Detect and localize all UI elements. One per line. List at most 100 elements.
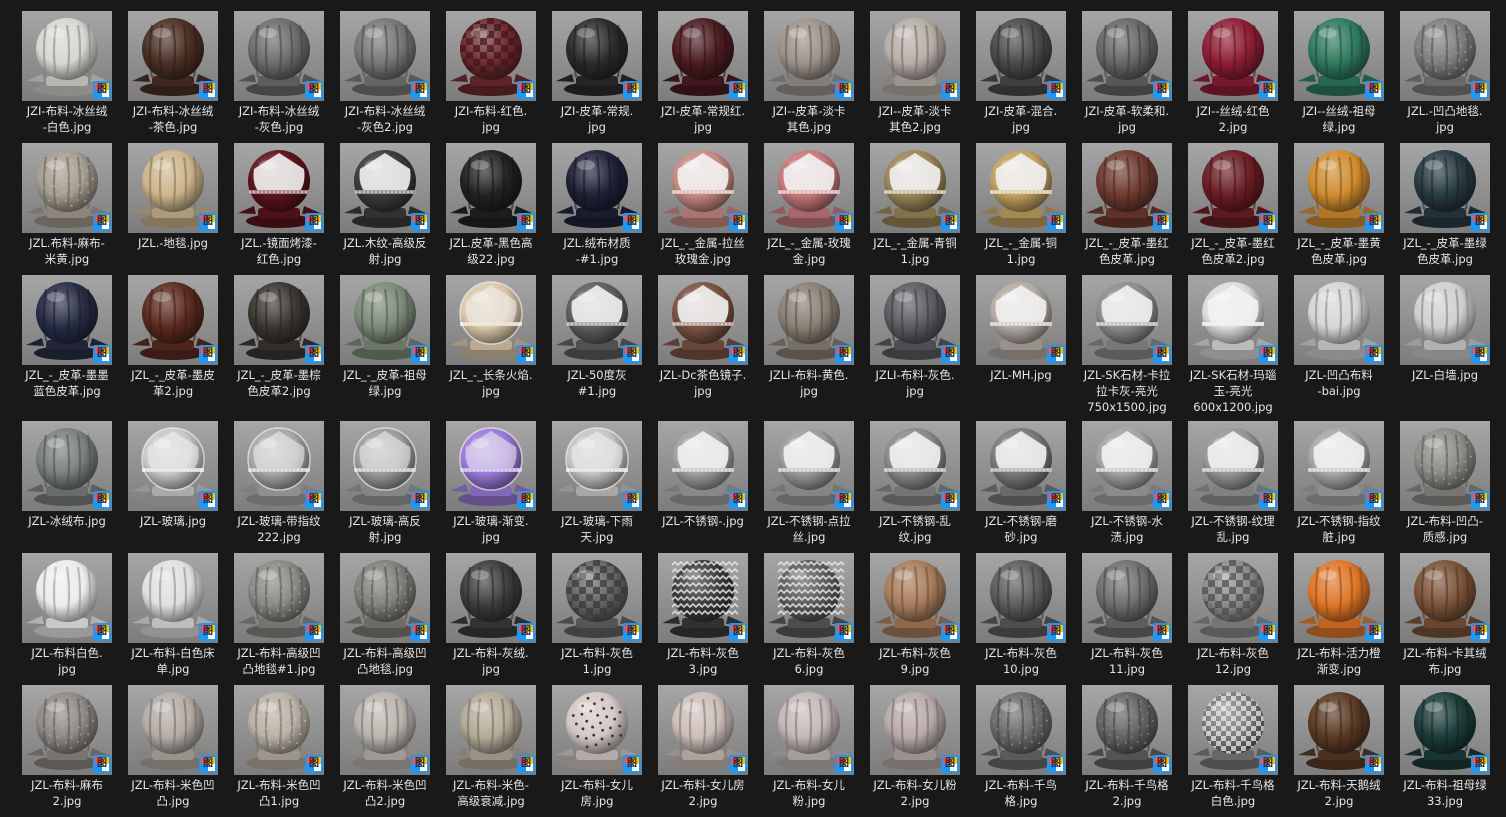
file-item[interactable]: 图 JZL.皮革-黑色高 级22.jpg (446, 143, 552, 273)
file-item[interactable]: 图 JZL.布料-麻布- 米黄.jpg (22, 143, 128, 273)
file-item[interactable]: 图 JZL-布料-卡其绒 布.jpg (1400, 553, 1506, 683)
file-item[interactable]: 图 JZL.-凹凸地毯. jpg (1400, 11, 1506, 141)
file-item[interactable]: 图 JZI-布料-冰丝绒 -灰色2.jpg (340, 11, 446, 141)
image-file-icon: 图 (93, 81, 111, 99)
file-item[interactable]: 图 JZI--皮革-淡卡 其色2.jpg (870, 11, 976, 141)
file-item[interactable]: 图 JZL_-_皮革-墨黄 色皮革.jpg (1294, 143, 1400, 273)
file-item[interactable]: 图 JZL-布料-米色凹 凸.jpg (128, 685, 234, 815)
file-item[interactable]: 图 JZL-布料白色. jpg (22, 553, 128, 683)
file-item[interactable]: 图 JZL-SK石材-卡拉 拉卡灰-亮光 750x1500.jpg (1082, 275, 1188, 414)
file-item[interactable]: 图 JZL-布料-天鹅绒 2.jpg (1294, 685, 1400, 815)
file-item[interactable]: 图 JZL-布料-女儿 房.jpg (552, 685, 658, 815)
file-item[interactable]: 图 JZL-不锈钢-水 渍.jpg (1082, 421, 1188, 551)
file-item[interactable]: 图 JZL-MH.jpg (976, 275, 1082, 405)
file-item[interactable]: 图 JZL-不锈钢-磨 砂.jpg (976, 421, 1082, 551)
file-item[interactable]: 图 JZL.-镜面烤漆- 红色.jpg (234, 143, 340, 273)
file-item[interactable]: 图 JZL-布料-米色凹 凸1.jpg (234, 685, 340, 815)
file-item[interactable]: 图 JZL_-_金属-拉丝 玫瑰金.jpg (658, 143, 764, 273)
file-item[interactable]: 图 JZL_-_皮革-墨红 色皮革.jpg (1082, 143, 1188, 273)
file-item[interactable]: 图 JZL-布料-米色- 高级衰减.jpg (446, 685, 552, 815)
material-preview-thumbnail: 图 (1188, 553, 1278, 643)
file-item[interactable]: 图 JZL-布料-灰色 6.jpg (764, 553, 870, 683)
file-item[interactable]: 图 JZL-布料-白色床 单.jpg (128, 553, 234, 683)
file-item[interactable]: 图 JZL-布料-灰绒. jpg (446, 553, 552, 683)
file-item[interactable]: 图 JZL-玻璃-带指纹 222.jpg (234, 421, 340, 551)
file-name-label: JZL_-_皮革-墨皮 革2.jpg (131, 368, 215, 398)
file-item[interactable]: 图 JZL-布料-灰色 10.jpg (976, 553, 1082, 683)
file-item[interactable]: 图 JZL-冰绒布.jpg (22, 421, 128, 551)
file-item[interactable]: 图 JZL_-_皮革-墨红 色皮革2.jpg (1188, 143, 1294, 273)
file-item[interactable]: 图 JZL-布料-米色凹 凸2.jpg (340, 685, 446, 815)
file-item[interactable]: 图 JZL-布料-灰色 3.jpg (658, 553, 764, 683)
image-file-icon: 图 (93, 213, 111, 231)
file-item[interactable]: 图 JZL-布料-灰色 1.jpg (552, 553, 658, 683)
file-item[interactable]: 图 JZL_-_皮革-墨棕 色皮革2.jpg (234, 275, 340, 405)
file-item[interactable]: 图 JZL-布料-高级凹 凸地毯.jpg (340, 553, 446, 683)
file-item[interactable]: 图 JZI--皮革-淡卡 其色.jpg (764, 11, 870, 141)
material-preview-thumbnail: 图 (340, 275, 430, 365)
file-item[interactable]: 图 JZL-布料-千鸟格 白色.jpg (1188, 685, 1294, 815)
file-item[interactable]: 图 JZL-玻璃-高反 射.jpg (340, 421, 446, 551)
image-file-icon: 图 (835, 81, 853, 99)
file-item[interactable]: 图 JZL-玻璃-渐变. jpg (446, 421, 552, 551)
file-item[interactable]: 图 JZL-布料-女儿粉 2.jpg (870, 685, 976, 815)
file-item[interactable]: 图 JZI-皮革-常规. jpg (552, 11, 658, 141)
file-item[interactable]: 图 JZL-布料-祖母绿 33.jpg (1400, 685, 1506, 815)
file-item[interactable]: 图 JZL-50度灰 #1.jpg (552, 275, 658, 405)
file-item[interactable]: 图 JZL_-_皮革-墨皮 革2.jpg (128, 275, 234, 405)
file-item[interactable]: 图 JZL-布料-千鸟 格.jpg (976, 685, 1082, 815)
file-item[interactable]: 图 JZL-不锈钢-指纹 脏.jpg (1294, 421, 1400, 551)
file-item[interactable]: 图 JZL.-地毯.jpg (128, 143, 234, 273)
file-name-label: JZL-布料-白色床 单.jpg (131, 646, 215, 676)
file-name-label: JZL-布料-活力橙 渐变.jpg (1297, 646, 1381, 676)
file-item[interactable]: 图 JZL_-_金属-玫瑰 金.jpg (764, 143, 870, 273)
file-item[interactable]: 图 JZL-不锈钢-.jpg (658, 421, 764, 551)
file-item[interactable]: 图 JZL-布料-灰色 11.jpg (1082, 553, 1188, 683)
file-item[interactable]: 图 JZL-玻璃.jpg (128, 421, 234, 551)
file-item[interactable]: 图 JZL.木纹-高级反 射.jpg (340, 143, 446, 273)
file-item[interactable]: 图 JZL_-_皮革-墨墨 蓝色皮革.jpg (22, 275, 128, 405)
file-item[interactable]: 图 JZL-布料-麻布 2.jpg (22, 685, 128, 815)
file-item[interactable]: 图 JZL_-_金属-铜 1.jpg (976, 143, 1082, 273)
file-item[interactable]: 图 JZL.绒布材质 -#1.jpg (552, 143, 658, 273)
file-item[interactable]: 图 JZL_-_皮革-墨绿 色皮革.jpg (1400, 143, 1506, 273)
file-name-label: JZL-布料-米色凹 凸1.jpg (237, 778, 321, 808)
material-preview-thumbnail: 图 (1082, 421, 1172, 511)
file-item[interactable]: 图 JZI-布料-冰丝绒 -灰色.jpg (234, 11, 340, 141)
material-preview-thumbnail: 图 (658, 553, 748, 643)
file-item[interactable]: 图 JZL_-_长条火焰. jpg (446, 275, 552, 405)
material-preview-thumbnail: 图 (234, 421, 324, 511)
file-item[interactable]: 图 JZL-布料-灰色 9.jpg (870, 553, 976, 683)
file-item[interactable]: 图 JZI-布料-红色. jpg (446, 11, 552, 141)
file-item[interactable]: 图 JZL-不锈钢-纹理 乱.jpg (1188, 421, 1294, 551)
file-item[interactable]: 图 JZI-布料-冰丝绒 -茶色.jpg (128, 11, 234, 141)
file-item[interactable]: 图 JZI--丝绒-红色 2.jpg (1188, 11, 1294, 141)
file-item[interactable]: 图 JZI-皮革-软柔和. jpg (1082, 11, 1188, 141)
file-item[interactable]: 图 JZL-凹凸布料 -bai.jpg (1294, 275, 1400, 405)
material-preview-thumbnail: 图 (658, 11, 748, 101)
file-item[interactable]: 图 JZL-布料-灰色 12.jpg (1188, 553, 1294, 683)
file-item[interactable]: 图 JZL-白墙.jpg (1400, 275, 1506, 405)
file-item[interactable]: 图 JZLI-布料-灰色. jpg (870, 275, 976, 405)
file-item[interactable]: 图 JZL-SK石材-玛瑙 玉-亮光 600x1200.jpg (1188, 275, 1294, 414)
file-item[interactable]: 图 JZLI-布料-黄色. jpg (764, 275, 870, 405)
file-item[interactable]: 图 JZL_-_金属-青铜 1.jpg (870, 143, 976, 273)
file-name-label: JZI-皮革-混合. jpg (984, 104, 1058, 134)
file-item[interactable]: 图 JZL-布料-女儿 粉.jpg (764, 685, 870, 815)
image-file-icon: 图 (411, 345, 429, 363)
file-item[interactable]: 图 JZL-布料-千鸟格 2.jpg (1082, 685, 1188, 815)
file-item[interactable]: 图 JZI-皮革-混合. jpg (976, 11, 1082, 141)
file-item[interactable]: 图 JZL-布料-高级凹 凸地毯#1.jpg (234, 553, 340, 683)
file-item[interactable]: 图 JZL-不锈钢-乱 纹.jpg (870, 421, 976, 551)
file-item[interactable]: 图 JZI--丝绒-祖母 绿.jpg (1294, 11, 1400, 141)
file-item[interactable]: 图 JZI-皮革-常规红. jpg (658, 11, 764, 141)
file-item[interactable]: 图 JZL-布料-活力橙 渐变.jpg (1294, 553, 1400, 683)
image-file-icon: 图 (729, 755, 747, 773)
file-item[interactable]: 图 JZL_-_皮革-祖母 绿.jpg (340, 275, 446, 405)
file-item[interactable]: 图 JZL-布料-凹凸- 质感.jpg (1400, 421, 1506, 551)
file-item[interactable]: 图 JZL-玻璃-下雨 天.jpg (552, 421, 658, 551)
file-item[interactable]: 图 JZL-布料-女儿房 2.jpg (658, 685, 764, 815)
file-item[interactable]: 图 JZI-布料-冰丝绒 -白色.jpg (22, 11, 128, 141)
file-item[interactable]: 图 JZL-不锈钢-点拉 丝.jpg (764, 421, 870, 551)
file-item[interactable]: 图 JZL-Dc茶色镜子. jpg (658, 275, 764, 405)
